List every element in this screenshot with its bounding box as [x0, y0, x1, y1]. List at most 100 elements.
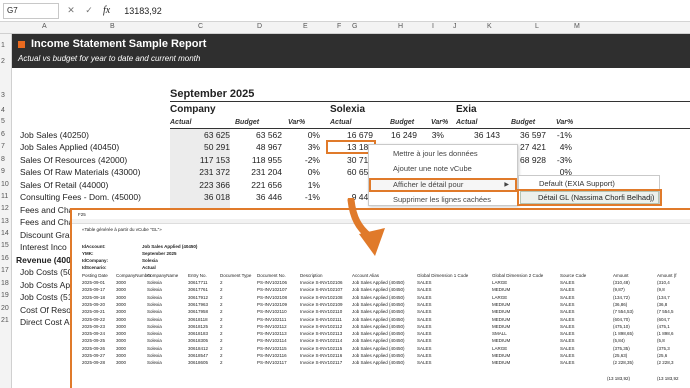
- detail-cell: (2 228,35): [613, 360, 634, 366]
- subheader-budget: Budget: [511, 119, 536, 126]
- cell-value[interactable]: 117 153: [170, 155, 230, 165]
- cell-value[interactable]: 36 018: [170, 192, 230, 202]
- cell-value[interactable]: 4%: [548, 142, 572, 152]
- detail-cell: 3000: [116, 294, 127, 300]
- cell-value[interactable]: 3%: [418, 130, 444, 140]
- column-header[interactable]: E: [303, 23, 308, 30]
- detail-cell: PS-INV102117: [257, 360, 287, 366]
- section-exia: Exia: [456, 104, 477, 115]
- row-header[interactable]: 17: [1, 267, 9, 274]
- row-header[interactable]: 9: [1, 168, 5, 175]
- row-header[interactable]: 10: [1, 181, 9, 188]
- row-header[interactable]: 19: [1, 292, 9, 299]
- cell-value[interactable]: 221 656: [230, 180, 282, 190]
- cell-value[interactable]: 118 955: [230, 155, 282, 165]
- detail-cell: 2025-09-28: [82, 360, 106, 366]
- menu-item-delete-hidden[interactable]: Supprimer les lignes cachées: [393, 195, 491, 204]
- column-header[interactable]: K: [487, 23, 492, 30]
- row-header[interactable]: 7: [1, 143, 5, 150]
- row-header[interactable]: 1: [1, 42, 5, 49]
- row-header[interactable]: 12: [1, 205, 9, 212]
- confirm-icon[interactable]: ✓: [83, 5, 95, 16]
- row-header[interactable]: 13: [1, 218, 9, 225]
- column-header[interactable]: C: [198, 23, 203, 30]
- cell-value[interactable]: 50 291: [170, 142, 230, 152]
- detail-cell: Invoice S-INV102111: [300, 316, 342, 322]
- cell-value[interactable]: 16 679: [328, 130, 373, 140]
- header-underline: [170, 128, 690, 129]
- column-header[interactable]: J: [453, 23, 457, 30]
- menu-item-show-detail[interactable]: Afficher le détail pour ▶: [369, 178, 517, 192]
- submenu-item-default[interactable]: Default (EXIA Support): [539, 179, 615, 188]
- cell-value[interactable]: 231 204: [230, 167, 282, 177]
- column-header[interactable]: I: [432, 23, 434, 30]
- cell-value[interactable]: 60 655: [328, 167, 373, 177]
- cell-value[interactable]: 1%: [282, 180, 320, 190]
- detail-cell: 2: [220, 323, 223, 329]
- cell-value[interactable]: 48 967: [230, 142, 282, 152]
- row-label: Job Costs (51: [20, 292, 73, 302]
- row-header[interactable]: 11: [1, 193, 8, 200]
- cancel-icon[interactable]: ✕: [65, 5, 77, 16]
- cell-value[interactable]: 36 143: [450, 130, 500, 140]
- cell-value[interactable]: 63 562: [230, 130, 282, 140]
- row-header[interactable]: 20: [1, 305, 9, 312]
- detail-cell: SALES: [560, 360, 575, 366]
- detail-cell: SALES: [560, 345, 575, 351]
- cell-value[interactable]: 16 249: [375, 130, 417, 140]
- cell-value[interactable]: 30 712: [328, 155, 373, 165]
- cell-value[interactable]: 36 446: [230, 192, 282, 202]
- row-header[interactable]: 4: [1, 107, 5, 114]
- row-header[interactable]: 3: [1, 92, 5, 99]
- detail-header-cell: CompanyName: [147, 273, 179, 278]
- detail-cell: (134,72): [613, 294, 630, 300]
- cell-value[interactable]: 0%: [282, 167, 320, 177]
- row-label: Job Costs (50: [20, 267, 73, 277]
- column-header[interactable]: L: [535, 23, 539, 30]
- detail-cell: Invoice S-INV102109: [300, 301, 343, 307]
- detail-cell: MEDIUM: [492, 353, 511, 358]
- column-header[interactable]: B: [110, 23, 115, 30]
- row-header[interactable]: 21: [1, 317, 9, 324]
- cell-value[interactable]: 63 625: [170, 130, 230, 140]
- column-header[interactable]: A: [42, 23, 47, 30]
- detail-cell: 3000: [116, 316, 127, 322]
- cell-value[interactable]: -1%: [282, 192, 320, 202]
- submenu-item-detail-gl[interactable]: Détail GL (Nassima Chorfi Belhadj): [538, 193, 654, 202]
- detail-cell: 2: [220, 287, 223, 293]
- row-header[interactable]: 18: [1, 280, 9, 287]
- cell-value[interactable]: 3%: [282, 142, 320, 152]
- cell-value[interactable]: -3%: [548, 155, 572, 165]
- cell-value[interactable]: 0%: [282, 130, 320, 140]
- column-header[interactable]: D: [257, 23, 262, 30]
- column-header[interactable]: H: [398, 23, 403, 30]
- menu-item-add-note[interactable]: Ajouter une note vCube: [393, 164, 472, 173]
- row-header[interactable]: 8: [1, 156, 5, 163]
- formula-input[interactable]: 13183,92: [124, 6, 162, 16]
- menu-item-refresh[interactable]: Mettre à jour les données: [393, 149, 478, 158]
- cell-value[interactable]: 36 597: [502, 130, 546, 140]
- row-header[interactable]: 14: [1, 230, 9, 237]
- function-icon[interactable]: fx: [103, 5, 110, 16]
- cell-value[interactable]: 13 184: [328, 142, 373, 152]
- cell-value[interactable]: -2%: [282, 155, 320, 165]
- cell-value[interactable]: -1%: [548, 130, 572, 140]
- detail-meta-key: YMK:: [82, 251, 94, 256]
- detail-cell: Job Sales Applied (40450): [352, 294, 405, 300]
- row-header[interactable]: 15: [1, 242, 9, 249]
- detail-cell: MEDIUM: [492, 287, 511, 293]
- column-header[interactable]: M: [574, 23, 580, 30]
- row-header[interactable]: 2: [1, 58, 5, 65]
- name-box[interactable]: G7: [3, 2, 59, 19]
- column-header[interactable]: G: [352, 23, 357, 30]
- row-header[interactable]: 16: [1, 255, 9, 262]
- cell-value[interactable]: 223 366: [170, 180, 230, 190]
- row-header[interactable]: 6: [1, 131, 5, 138]
- row-label: Consulting Fees - Dom. (45000): [20, 192, 141, 202]
- row-header[interactable]: 5: [1, 118, 5, 125]
- cell-value[interactable]: 231 372: [170, 167, 230, 177]
- detail-cell: LARGE: [492, 294, 508, 300]
- detail-cell: 30618305: [188, 338, 209, 344]
- column-header[interactable]: F: [337, 23, 341, 30]
- detail-cell: Solexia: [147, 294, 162, 300]
